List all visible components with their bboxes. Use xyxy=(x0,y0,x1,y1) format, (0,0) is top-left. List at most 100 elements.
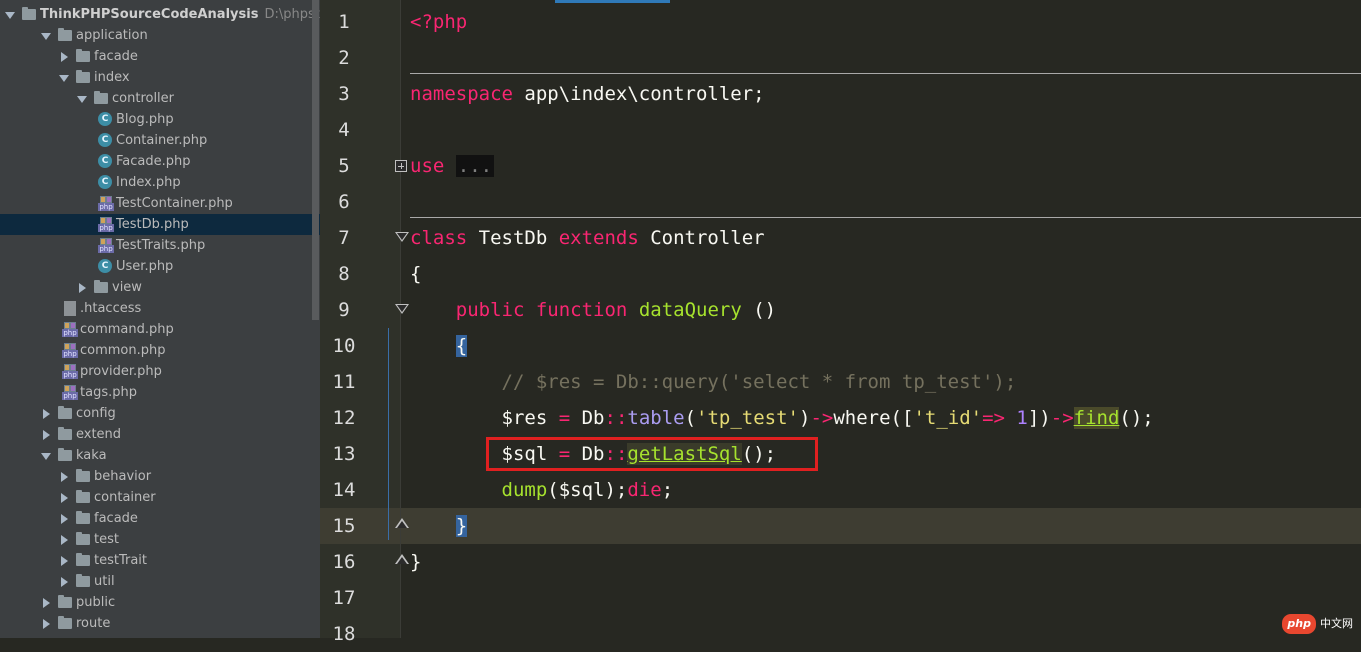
tree-folder[interactable]: test xyxy=(0,529,320,550)
code-line-9[interactable]: { xyxy=(410,256,421,292)
fold-expand-icon[interactable] xyxy=(395,160,407,172)
folded-imports[interactable]: ... xyxy=(455,155,495,177)
call-end: (); xyxy=(1119,407,1154,429)
var-res: $res xyxy=(410,407,559,429)
folder-icon xyxy=(58,406,72,419)
code-line-8[interactable]: class TestDb extends Controller xyxy=(410,220,765,256)
chevron-right-icon[interactable] xyxy=(58,529,70,550)
tree-folder[interactable]: util xyxy=(0,571,320,592)
code-line-13[interactable]: $res = Db::table('tp_test')->where(['t_i… xyxy=(410,400,1154,436)
tree-file[interactable]: C Blog.php xyxy=(0,109,320,130)
tree-file[interactable]: C Index.php xyxy=(0,172,320,193)
chevron-right-icon[interactable] xyxy=(58,508,70,529)
tree-folder[interactable]: facade xyxy=(0,508,320,529)
tree-folder[interactable]: index xyxy=(0,67,320,88)
chevron-right-icon[interactable] xyxy=(40,424,52,445)
chevron-right-icon[interactable] xyxy=(58,466,70,487)
code-line-5[interactable]: use ... xyxy=(410,148,495,184)
indent-guide xyxy=(388,328,389,540)
fold-end-icon[interactable] xyxy=(395,554,409,568)
tree-item-label: TestContainer.php xyxy=(116,196,233,211)
tree-file[interactable]: php provider.php xyxy=(0,361,320,382)
chevron-right-icon[interactable] xyxy=(40,403,52,424)
chevron-down-icon[interactable] xyxy=(76,88,88,109)
comment: // $res = Db::query('select * from tp_te… xyxy=(410,371,1017,393)
php-file-icon: php xyxy=(62,322,78,337)
code-line-11[interactable]: { xyxy=(410,328,468,364)
tree-file[interactable]: C Container.php xyxy=(0,130,320,151)
php-class-icon: C xyxy=(98,175,112,189)
project-root[interactable]: ThinkPHPSourceCodeAnalysisD:\phpstudy_pr xyxy=(0,4,320,25)
tree-item-label: route xyxy=(76,616,111,631)
folder-icon xyxy=(22,7,36,20)
fold-collapse-icon[interactable] xyxy=(395,304,409,318)
tree-folder[interactable]: controller xyxy=(0,88,320,109)
code-line-16[interactable]: } xyxy=(410,508,468,544)
chevron-down-icon[interactable] xyxy=(40,445,52,466)
folder-icon xyxy=(76,553,90,566)
folder-icon xyxy=(94,280,108,293)
tree-file[interactable]: php TestTraits.php xyxy=(0,235,320,256)
tree-folder[interactable]: route xyxy=(0,613,320,634)
line-number: 15 xyxy=(332,515,356,537)
parent-class: Controller xyxy=(638,227,765,249)
tree-file[interactable]: php TestContainer.php xyxy=(0,193,320,214)
folder-icon xyxy=(76,49,90,62)
tree-item-label: container xyxy=(94,490,156,505)
code-line-1[interactable]: <?php xyxy=(410,4,467,40)
tree-item-label: index xyxy=(94,70,130,85)
chevron-right-icon[interactable] xyxy=(58,550,70,571)
tree-file[interactable]: php TestDb.php xyxy=(0,214,320,235)
tree-folder[interactable]: view xyxy=(0,277,320,298)
code-editor[interactable]: 1 2 3 4 5 6 7 8 9 10 11 12 13 14 15 16 17 18 <?php namesp… xyxy=(320,0,1361,645)
tree-item-label: util xyxy=(94,574,115,589)
chevron-right-icon[interactable] xyxy=(76,277,88,298)
tree-file[interactable]: C User.php xyxy=(0,256,320,277)
code-line-12[interactable]: // $res = Db::query('select * from tp_te… xyxy=(410,364,1017,400)
tree-file[interactable]: php common.php xyxy=(0,340,320,361)
code-line-3[interactable]: namespace app\index\controller; xyxy=(410,76,765,112)
tree-folder[interactable]: extend xyxy=(0,424,320,445)
tree-file[interactable]: php tags.php xyxy=(0,382,320,403)
tree-file[interactable]: php command.php xyxy=(0,319,320,340)
chevron-down-icon[interactable] xyxy=(40,25,52,46)
php-open-tag: <?php xyxy=(410,11,468,33)
chevron-right-icon[interactable] xyxy=(58,46,70,67)
fold-collapse-icon[interactable] xyxy=(395,232,409,246)
fold-end-icon[interactable] xyxy=(395,518,409,532)
chevron-down-icon[interactable] xyxy=(58,67,70,88)
tree-folder[interactable]: application xyxy=(0,25,320,46)
method-table: table xyxy=(627,407,685,429)
tree-folder[interactable]: public xyxy=(0,592,320,613)
method-find[interactable]: find xyxy=(1073,407,1120,429)
line-number: 14 xyxy=(332,479,356,501)
chevron-right-icon[interactable] xyxy=(58,487,70,508)
tree-item-label: facade xyxy=(94,511,138,526)
code-line-10[interactable]: public function dataQuery () xyxy=(410,292,776,328)
tree-folder[interactable]: behavior xyxy=(0,466,320,487)
tree-folder[interactable]: container xyxy=(0,487,320,508)
tree-item-label: public xyxy=(76,595,116,610)
tree-folder[interactable]: config xyxy=(0,403,320,424)
tree-file[interactable]: .htaccess xyxy=(0,298,320,319)
chevron-down-icon[interactable] xyxy=(4,4,16,25)
tree-folder[interactable]: kaka xyxy=(0,445,320,466)
sidebar-scrollbar[interactable] xyxy=(312,0,319,320)
tree-item-label: Index.php xyxy=(116,175,181,190)
chevron-right-icon[interactable] xyxy=(58,571,70,592)
folder-icon xyxy=(58,448,72,461)
paren: ]) xyxy=(1027,407,1051,429)
watermark: php 中文网 xyxy=(1282,614,1353,634)
method-separator xyxy=(410,217,1361,218)
folder-icon xyxy=(76,574,90,587)
chevron-right-icon[interactable] xyxy=(40,613,52,634)
chevron-right-icon[interactable] xyxy=(40,592,52,613)
line-number: 4 xyxy=(338,119,350,141)
tree-file[interactable]: C Facade.php xyxy=(0,151,320,172)
tree-item-label: TestTraits.php xyxy=(116,238,206,253)
code-line-17[interactable]: } xyxy=(410,544,421,580)
current-line-highlight xyxy=(320,508,1361,544)
code-line-15[interactable]: dump($sql);die; xyxy=(410,472,674,508)
tree-folder[interactable]: testTrait xyxy=(0,550,320,571)
tree-folder[interactable]: facade xyxy=(0,46,320,67)
